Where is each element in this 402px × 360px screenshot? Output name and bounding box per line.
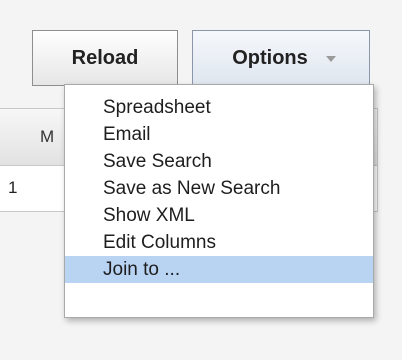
menu-item-show-xml[interactable]: Show XML [65,202,373,229]
menu-item-edit-columns[interactable]: Edit Columns [65,229,373,256]
reload-button-label: Reload [71,46,139,69]
options-dropdown-menu: Spreadsheet Email Save Search Save as Ne… [64,84,374,318]
options-button-label: Options [232,46,308,69]
menu-item-save-search[interactable]: Save Search [65,148,373,175]
menu-item-join-to[interactable]: Join to ... [65,256,373,283]
menu-item-spreadsheet[interactable]: Spreadsheet [65,94,373,121]
reload-button[interactable]: Reload [32,30,178,86]
table-header-cell[interactable]: M [40,127,54,147]
screen: M 1 Reload Options Spreadsheet Email Sav… [0,0,402,360]
table-cell: 1 [8,178,18,197]
menu-item-save-as-new-search[interactable]: Save as New Search [65,175,373,202]
chevron-down-icon [325,56,336,62]
menu-item-email[interactable]: Email [65,121,373,148]
options-button[interactable]: Options [192,30,370,86]
